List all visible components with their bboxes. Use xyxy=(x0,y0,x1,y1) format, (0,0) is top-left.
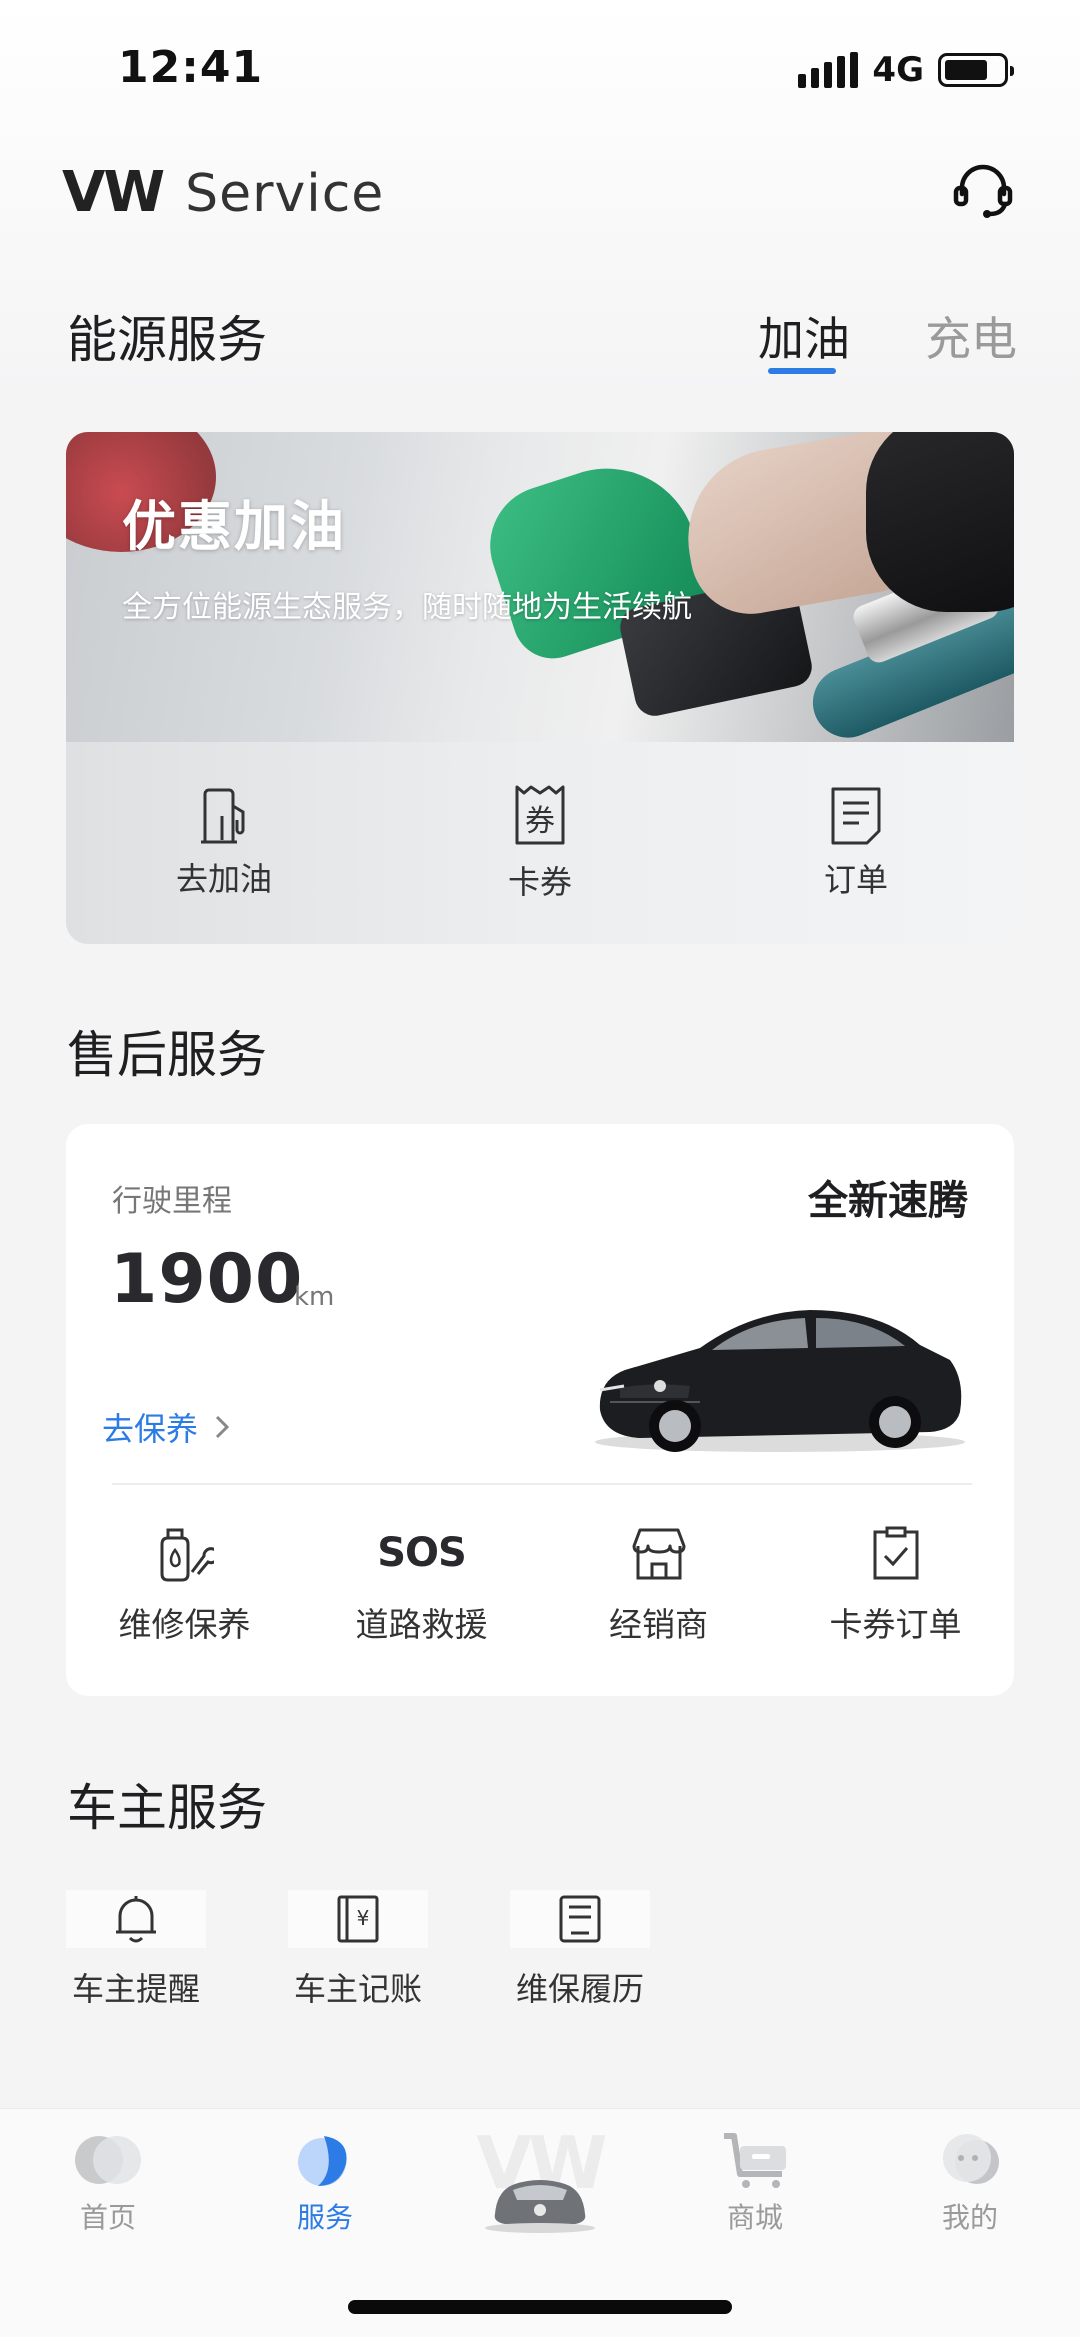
go-refuel-button[interactable]: 去加油 xyxy=(66,742,382,944)
owner-reminder-button[interactable]: 车主提醒 xyxy=(66,1890,206,2010)
after-sales-actions: 维修保养 SOS 道路救援 经销商 卡券订单 xyxy=(66,1510,1014,1680)
nav-profile-label: 我的 xyxy=(941,2201,998,2234)
owner-reminder-label: 车主提醒 xyxy=(71,1970,200,2008)
home-indicator[interactable] xyxy=(348,2300,732,2314)
banner-subtitle: 全方位能源生态服务，随时随地为生活续航 xyxy=(122,590,692,625)
nav-profile[interactable]: 我的 xyxy=(900,2130,1040,2236)
svg-text:¥: ¥ xyxy=(357,1906,370,1930)
owner-ledger-button[interactable]: ¥ 车主记账 xyxy=(288,1890,428,2010)
energy-section-title: 能源服务 xyxy=(67,311,267,369)
shopping-cart-icon xyxy=(724,2133,786,2188)
profile-icon xyxy=(943,2134,999,2184)
coupon-icon: 券 xyxy=(515,785,565,845)
dealer-button[interactable]: 经销商 xyxy=(540,1510,777,1680)
nav-home[interactable]: 首页 xyxy=(38,2130,178,2236)
go-refuel-label: 去加油 xyxy=(175,860,272,898)
active-tab-indicator xyxy=(768,368,836,374)
customer-service-headset-icon[interactable] xyxy=(952,160,1014,220)
dealer-label: 经销商 xyxy=(609,1605,708,1644)
order-button[interactable]: 订单 xyxy=(698,742,1014,944)
chevron-right-icon xyxy=(215,1415,230,1439)
go-maintenance-link[interactable]: 去保养 xyxy=(102,1404,230,1450)
battery-icon xyxy=(938,53,1014,87)
fuel-pump-icon xyxy=(201,788,245,844)
order-label: 订单 xyxy=(823,861,888,899)
card-divider xyxy=(112,1483,972,1485)
coupon-button[interactable]: 券 卡券 xyxy=(382,742,698,944)
brand-title: Service xyxy=(185,164,385,224)
maintenance-button[interactable]: 维修保养 xyxy=(66,1510,303,1680)
vw-logo: VW xyxy=(62,160,165,225)
app-brand: VW Service xyxy=(62,160,384,225)
after-sales-section-title: 售后服务 xyxy=(67,1026,267,1084)
order-icon xyxy=(831,787,881,845)
status-indicators: 4G xyxy=(798,50,1014,90)
roadside-assistance-button[interactable]: SOS 道路救援 xyxy=(303,1510,540,1680)
tab-fuel[interactable]: 加油 xyxy=(758,303,850,369)
ledger-icon: ¥ xyxy=(337,1895,379,1943)
dealer-store-icon xyxy=(632,1528,685,1580)
coupon-order-icon xyxy=(873,1526,918,1580)
home-icon xyxy=(75,2136,141,2184)
service-icon xyxy=(298,2136,347,2186)
coupon-order-button[interactable]: 卡券订单 xyxy=(777,1510,1014,1680)
nav-service[interactable]: 服务 xyxy=(255,2130,395,2236)
mileage-unit: km xyxy=(294,1282,335,1312)
signal-icon xyxy=(798,52,859,88)
nav-mall[interactable]: 商城 xyxy=(685,2130,825,2236)
energy-actions: 去加油 券 卡券 订单 xyxy=(66,742,1014,944)
maintenance-icon xyxy=(160,1528,214,1582)
tab-charging[interactable]: 充电 xyxy=(925,303,1017,369)
mileage-value: 1900 xyxy=(110,1240,304,1319)
mileage-label: 行驶里程 xyxy=(112,1184,232,1219)
nav-home-label: 首页 xyxy=(79,2201,136,2234)
energy-card: 优惠加油 全方位能源生态服务，随时随地为生活续航 去加油 券 卡券 订单 xyxy=(66,432,1014,944)
service-record-icon xyxy=(559,1895,601,1943)
car-image xyxy=(595,1310,965,1452)
coupon-label: 卡券 xyxy=(507,863,572,901)
status-time: 12:41 xyxy=(118,42,264,93)
coupon-order-label: 卡券订单 xyxy=(829,1605,962,1644)
maintenance-label: 维修保养 xyxy=(118,1605,251,1644)
sos-icon: SOS xyxy=(377,1530,467,1576)
owner-section-title: 车主服务 xyxy=(67,1779,267,1837)
network-type: 4G xyxy=(872,50,924,90)
vehicle-model: 全新速腾 xyxy=(808,1178,968,1224)
bell-icon xyxy=(116,1896,156,1943)
sleeve-image xyxy=(866,432,1014,612)
service-record-label: 维保履历 xyxy=(515,1970,644,2008)
service-record-button[interactable]: 维保履历 xyxy=(510,1890,650,2010)
fuel-promo-banner[interactable]: 优惠加油 全方位能源生态服务，随时随地为生活续航 xyxy=(66,432,1014,742)
nav-mall-label: 商城 xyxy=(726,2201,783,2234)
roadside-assistance-label: 道路救援 xyxy=(355,1605,488,1644)
banner-title: 优惠加油 xyxy=(122,495,346,558)
nav-service-label: 服务 xyxy=(296,2201,353,2234)
go-maintenance-label: 去保养 xyxy=(102,1410,199,1448)
svg-text:券: 券 xyxy=(525,804,555,839)
vw-car-center-button[interactable]: VW xyxy=(455,2128,625,2238)
owner-ledger-label: 车主记账 xyxy=(293,1970,422,2008)
